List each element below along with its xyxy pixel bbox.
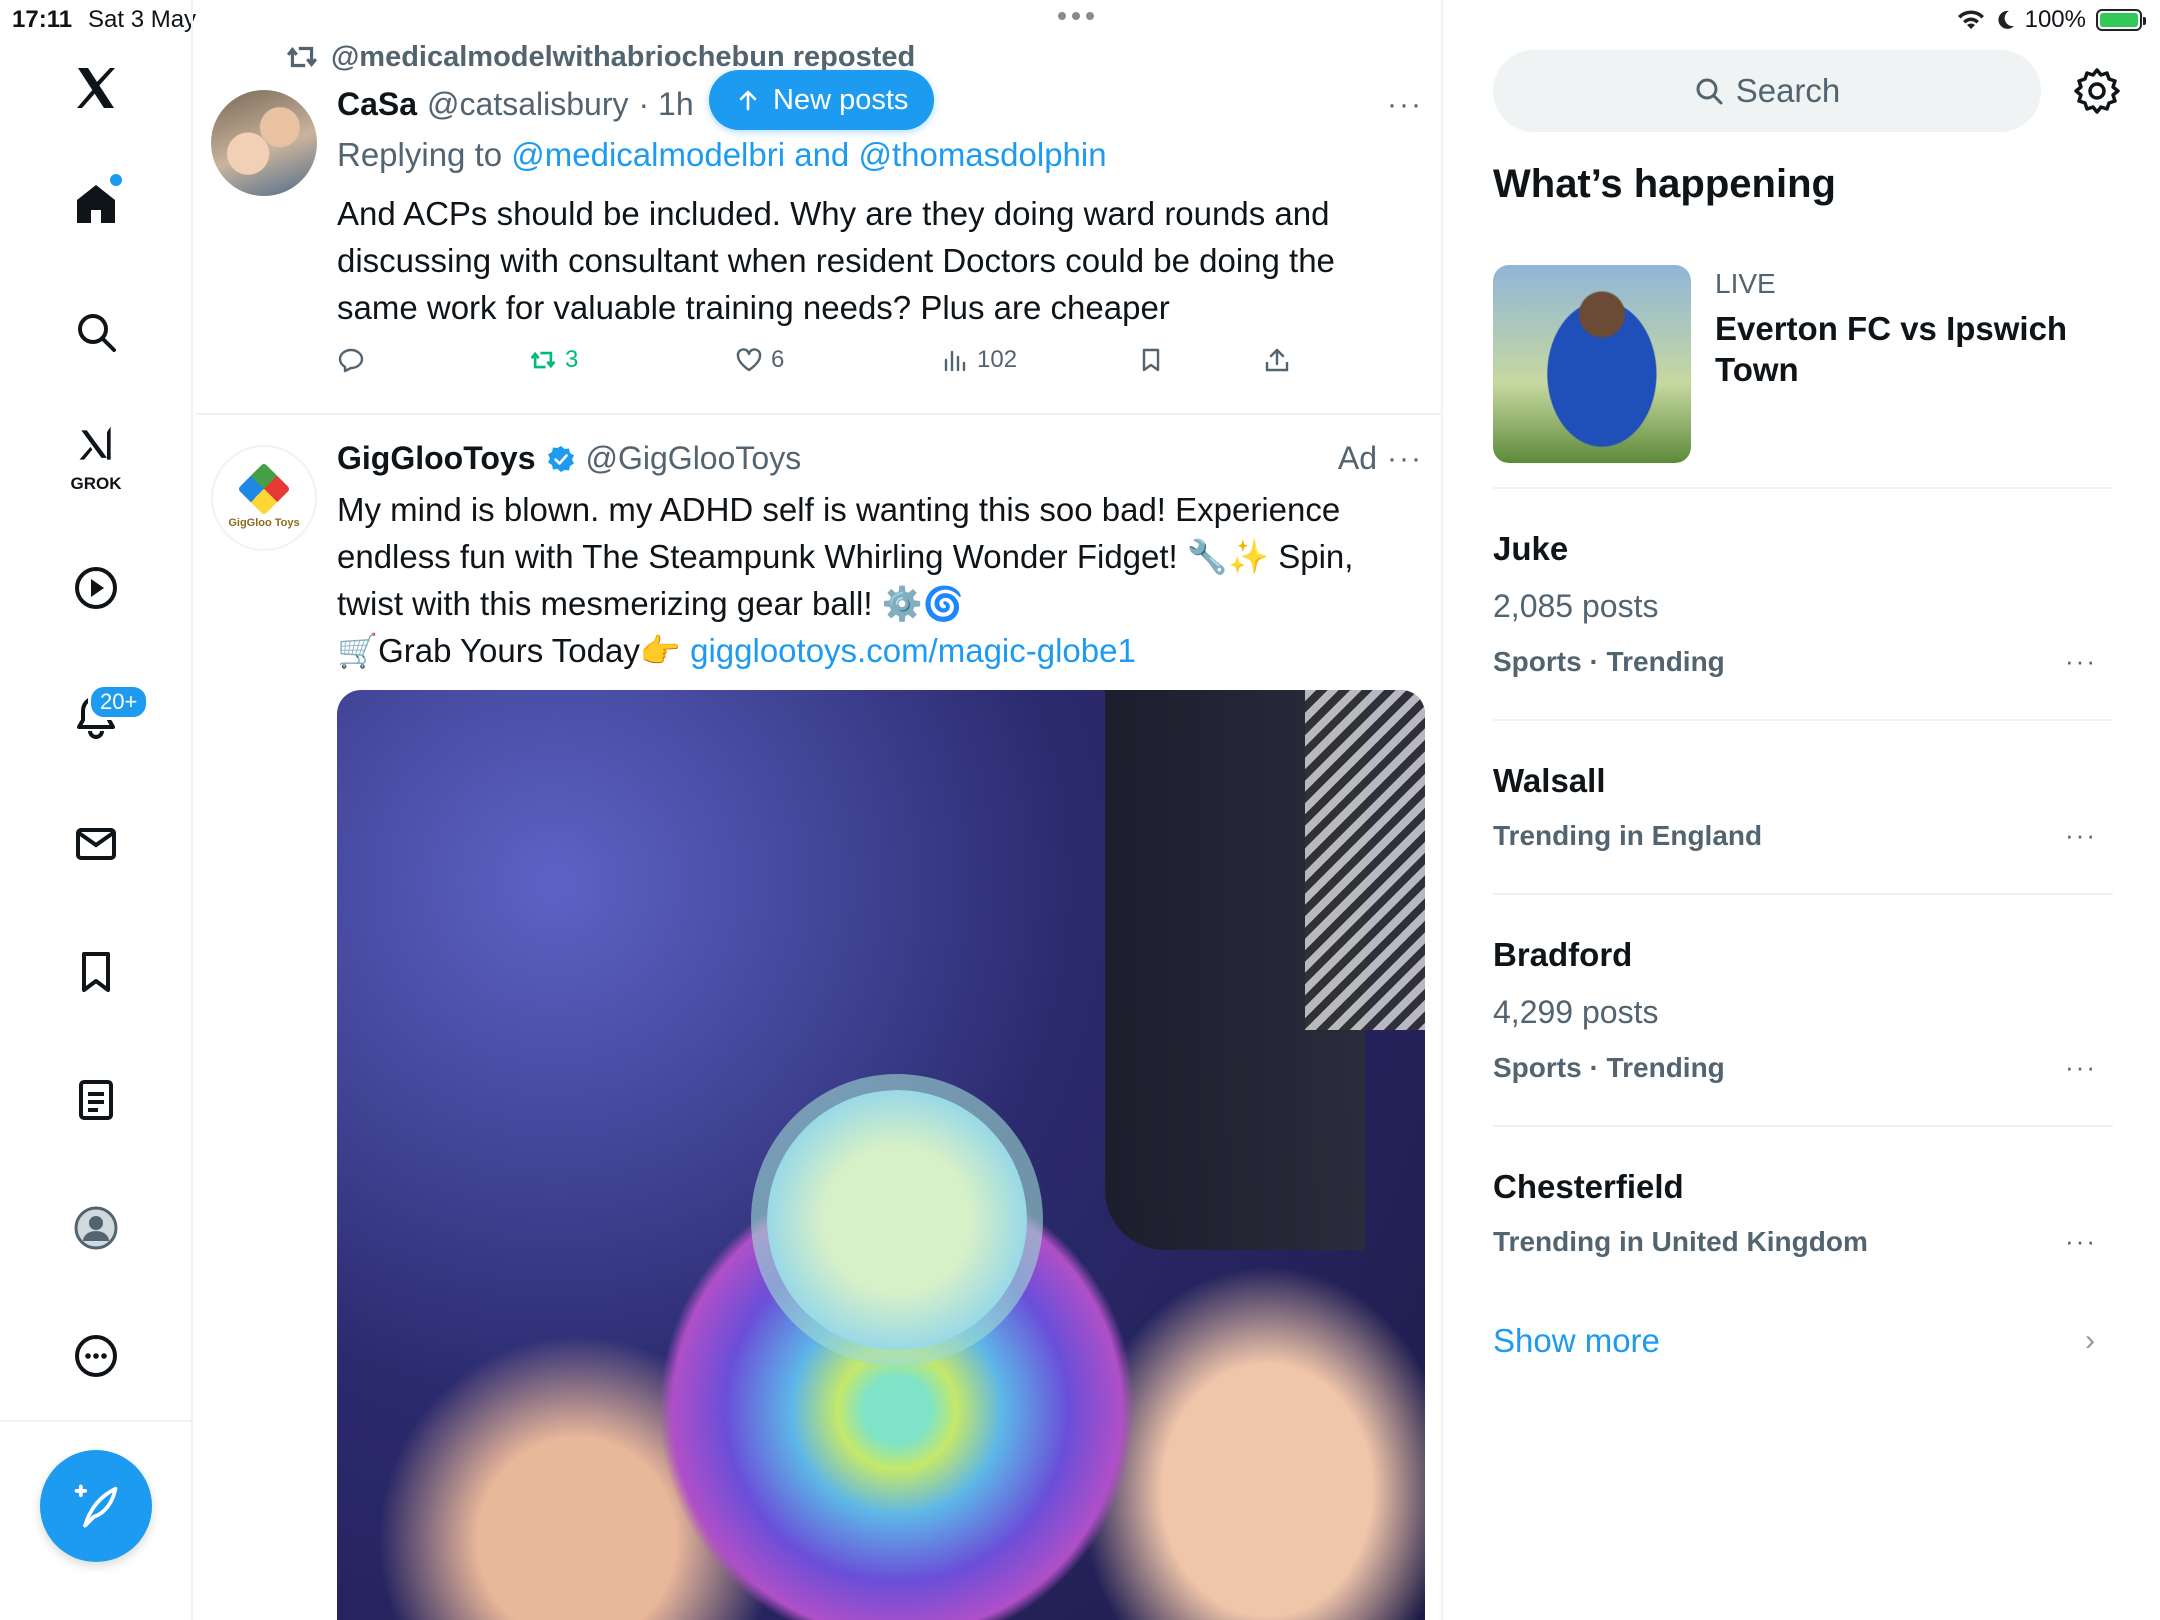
tweet-time[interactable]: · 1h <box>638 86 693 123</box>
ad-label: Ad <box>1337 440 1377 476</box>
search-icon <box>1696 78 1723 105</box>
avatar[interactable] <box>211 90 317 196</box>
verified-badge-icon <box>547 445 574 472</box>
notification-badge: 20+ <box>88 684 150 720</box>
tweet-text: And ACPs should be included. Why are the… <box>337 195 1335 326</box>
list-icon[interactable] <box>64 1068 128 1132</box>
trend-count: 2,085 posts <box>1493 588 1659 624</box>
live-event-title[interactable]: Everton FC vs Ipswich Town <box>1715 308 2095 390</box>
views-button[interactable]: 102 <box>941 346 1017 374</box>
trend-divider <box>1493 719 2113 721</box>
author-handle[interactable]: @catsalisbury <box>427 86 628 123</box>
search-input[interactable]: Search <box>1493 50 2041 132</box>
author-handle[interactable]: @GigGlooToys <box>586 440 802 477</box>
more-options-icon[interactable]: ··· <box>1387 88 1423 122</box>
new-posts-button[interactable]: New posts <box>709 70 935 130</box>
tweet-link[interactable]: gigglootoys.com/magic-globe1 <box>690 632 1136 669</box>
trend-meta: Sports · Trending <box>1493 1052 1725 1083</box>
trend-divider <box>1493 487 2113 489</box>
grok-icon[interactable]: GROK <box>64 422 128 493</box>
mail-icon[interactable] <box>64 812 128 876</box>
home-feed: @medicalmodelwithabriochebun reposted Ca… <box>195 0 1443 1620</box>
like-count: 6 <box>771 346 785 373</box>
repost-button[interactable]: 3 <box>529 346 578 374</box>
home-unread-dot <box>110 174 122 186</box>
compose-icon <box>74 1484 118 1528</box>
replying-to: Replying to @medicalmodelbri and @thomas… <box>337 136 1107 174</box>
cube-logo-icon <box>237 462 291 516</box>
chevron-right-icon[interactable]: › <box>2085 1324 2095 1358</box>
trend-name[interactable]: Walsall <box>1493 762 1606 800</box>
tweet-header: CaSa @catsalisbury · 1h <box>337 86 694 123</box>
trend-meta: Sports · Trending <box>1493 646 1725 677</box>
reply-button[interactable] <box>337 346 365 374</box>
x-logo-icon[interactable] <box>64 56 128 120</box>
heart-icon <box>736 348 762 372</box>
avatar[interactable]: GigGloo Toys <box>211 445 317 551</box>
trend-more-icon[interactable]: ··· <box>2065 646 2097 677</box>
bookmark-button[interactable] <box>1137 346 1165 374</box>
trend-divider <box>1493 893 2113 895</box>
repost-icon <box>530 351 556 369</box>
grok-label: GROK <box>70 474 122 493</box>
more-options-icon[interactable]: ··· <box>1387 442 1423 476</box>
trend-more-icon[interactable]: ··· <box>2065 1226 2097 1257</box>
nav-divider <box>0 1420 193 1422</box>
tweet-text-cta: 🛒Grab Yours Today👉 <box>337 632 681 669</box>
right-sidebar: Search What’s happening LIVE Everton FC … <box>1445 0 2160 1620</box>
live-event-thumbnail[interactable] <box>1493 265 1691 463</box>
author-name[interactable]: CaSa <box>337 86 417 123</box>
repost-line-text: @medicalmodelwithabriochebun reposted <box>331 40 916 73</box>
trend-meta: Trending in United Kingdom <box>1493 1226 1868 1257</box>
repost-indicator[interactable]: @medicalmodelwithabriochebun reposted <box>285 40 915 74</box>
search-icon[interactable] <box>64 300 128 364</box>
profile-icon[interactable] <box>64 1196 128 1260</box>
tweet-text: My mind is blown. my ADHD self is wantin… <box>337 486 1397 674</box>
reply-icon <box>338 348 364 373</box>
arrow-up-icon <box>739 90 757 111</box>
more-circle-icon[interactable] <box>64 1324 128 1388</box>
search-placeholder: Search <box>1735 72 1841 109</box>
gear-ball <box>767 1090 1027 1350</box>
bookmark-icon[interactable] <box>64 940 128 1004</box>
bookmark-icon <box>1142 348 1160 372</box>
left-nav: GROK 20+ <box>0 0 193 1620</box>
live-label: LIVE <box>1715 268 1776 299</box>
author-name[interactable]: GigGlooToys <box>337 440 536 477</box>
tweet-actions: 3 6 102 <box>337 346 1337 386</box>
replying-to-users[interactable]: @medicalmodelbri and @thomasdolphin <box>511 136 1106 173</box>
section-title: What’s happening <box>1493 162 1836 206</box>
gear-icon[interactable] <box>2072 66 2122 116</box>
compose-button[interactable] <box>40 1450 152 1562</box>
trend-more-icon[interactable]: ··· <box>2065 1052 2097 1083</box>
media-background-stripes <box>1305 690 1425 1030</box>
share-icon <box>1265 348 1289 372</box>
avatar-logo-text: GigGloo Toys <box>228 517 300 529</box>
trend-name[interactable]: Bradford <box>1493 936 1632 974</box>
trend-name[interactable]: Chesterfield <box>1493 1168 1684 1206</box>
repost-count: 3 <box>565 346 579 373</box>
ad-video[interactable] <box>337 690 1425 1620</box>
trend-meta: Trending in England <box>1493 820 1763 851</box>
play-icon[interactable] <box>64 556 128 620</box>
like-button[interactable]: 6 <box>735 346 784 374</box>
tweet-header: GigGlooToys @GigGlooToys <box>337 440 801 477</box>
replying-prefix: Replying to <box>337 136 503 173</box>
share-button[interactable] <box>1263 346 1291 374</box>
tweet-text-body: My mind is blown. my ADHD self is wantin… <box>337 491 1354 622</box>
analytics-icon <box>944 350 966 372</box>
show-more-link[interactable]: Show more <box>1493 1322 1660 1360</box>
trend-count: 4,299 posts <box>1493 994 1659 1030</box>
trend-divider <box>1493 1125 2113 1127</box>
home-icon[interactable] <box>64 172 128 236</box>
view-count: 102 <box>977 346 1018 373</box>
trend-name[interactable]: Juke <box>1493 530 1568 568</box>
trend-more-icon[interactable]: ··· <box>2065 820 2097 851</box>
repost-icon <box>286 46 318 68</box>
new-posts-label: New posts <box>773 83 909 116</box>
tweet-divider <box>195 413 1441 415</box>
